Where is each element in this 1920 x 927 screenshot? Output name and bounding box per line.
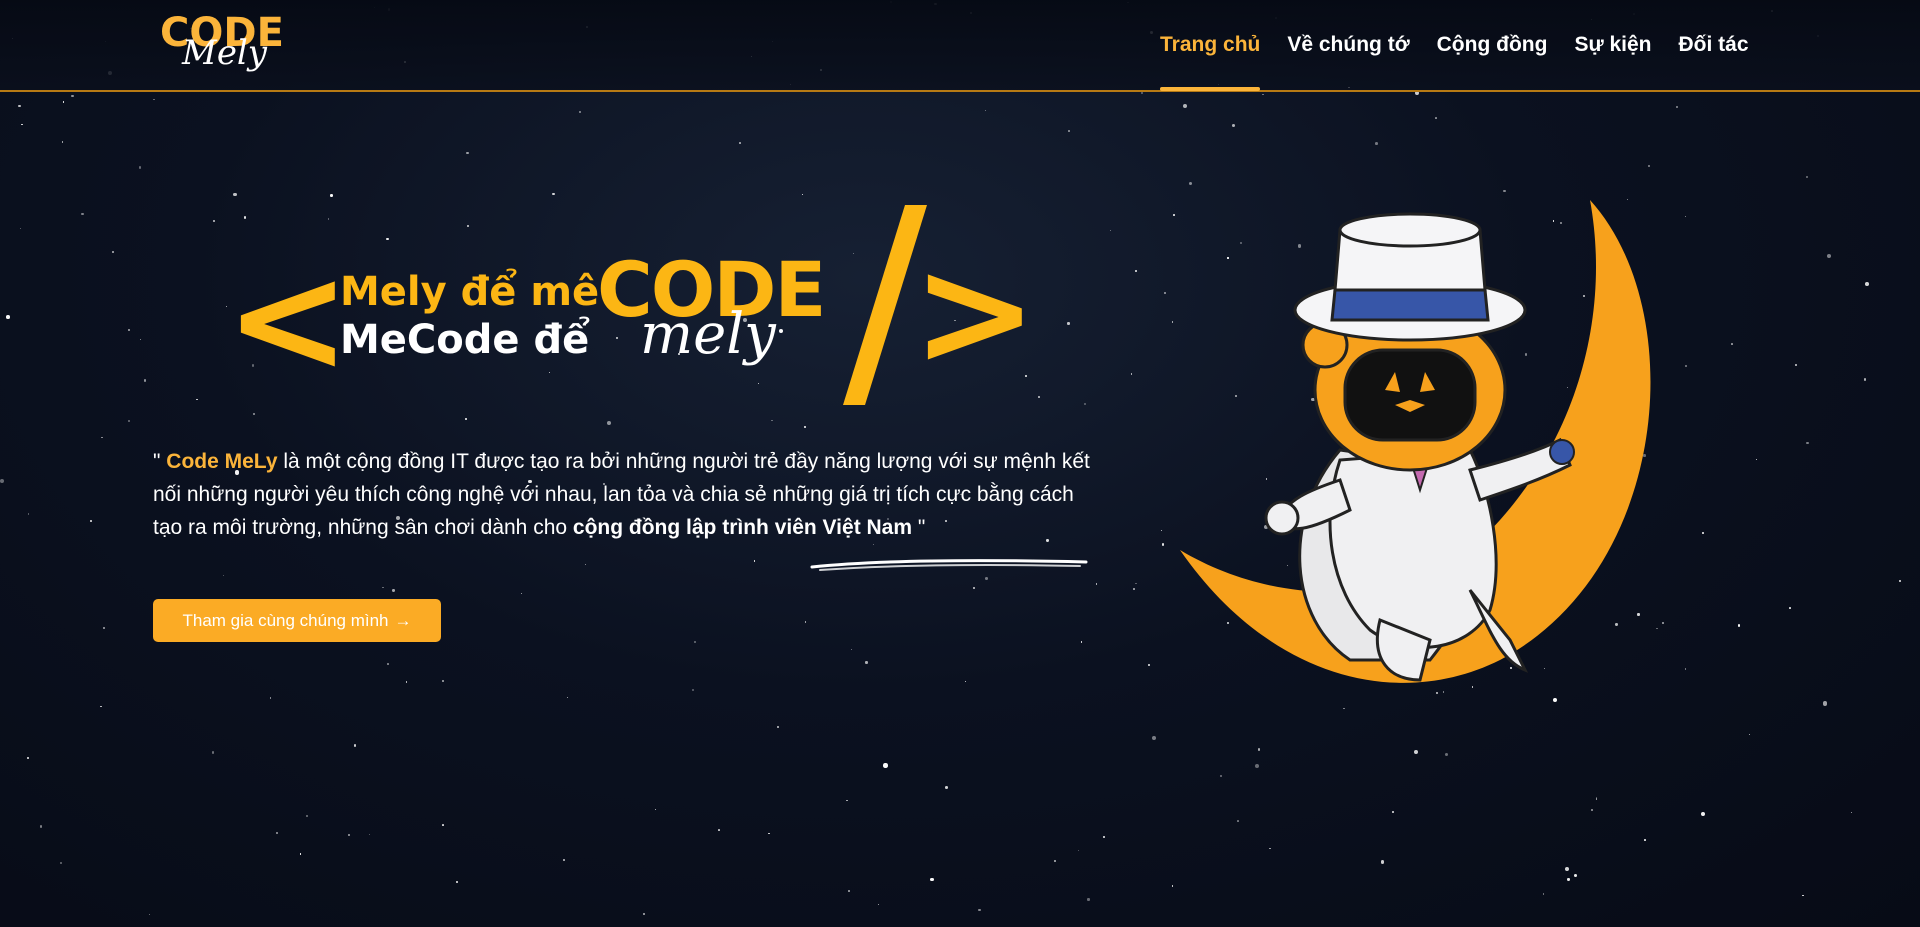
nav-item-events[interactable]: Sự kiện [1574, 0, 1651, 90]
join-us-label: Tham gia cùng chúng mình [182, 610, 389, 630]
close-bracket: > [912, 226, 1038, 400]
main-nav: Trang chủ Về chúng tớ Cộng đồng Sự kiện … [1160, 0, 1776, 91]
site-header: CODE Mely Trang chủ Về chúng tớ Cộng đồn… [0, 0, 1920, 92]
join-us-button[interactable]: Tham gia cùng chúng mình → [153, 599, 441, 642]
hero-mely-script: mely [640, 302, 776, 367]
slogan-line-1: Mely để mê [340, 269, 600, 315]
code-mely-logo[interactable]: CODE Mely [160, 10, 290, 82]
arrow-right-icon: → [394, 610, 412, 630]
nav-item-partners[interactable]: Đối tác [1679, 0, 1749, 90]
brush-underline-icon [810, 559, 1088, 571]
nav-item-about[interactable]: Về chúng tớ [1287, 0, 1409, 90]
hero-section: < Mely để mê MeCode để CODE mely > " Cod… [0, 90, 1920, 927]
quote-close: " [912, 516, 926, 539]
nav-item-community[interactable]: Cộng đồng [1437, 0, 1548, 90]
open-bracket: < [225, 233, 351, 407]
nav-item-home[interactable]: Trang chủ [1160, 0, 1261, 91]
brand-name: Code MeLy [166, 450, 278, 473]
slogan-line-2: MeCode để [340, 317, 590, 363]
logo-script: Mely [182, 33, 268, 73]
hero-description: " Code MeLy là một cộng đồng IT được tạo… [153, 445, 1093, 544]
quote-open: " [153, 450, 167, 473]
mascot-on-moon-illustration [1180, 200, 1651, 683]
description-highlight: cộng đồng lập trình viên Việt Nam [572, 516, 913, 539]
